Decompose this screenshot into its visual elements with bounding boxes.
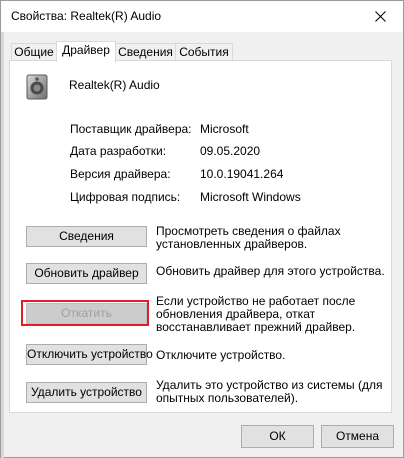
rollback-description: Если устройство не работает после обновл… (156, 294, 356, 334)
tab-details[interactable]: Сведения (115, 43, 176, 61)
device-name: Realtek(R) Audio (69, 78, 160, 92)
version-label: Версия драйвера: (70, 167, 171, 181)
title-bar[interactable]: Свойства: Realtek(R) Audio (1, 1, 403, 32)
tab-events[interactable]: События (175, 43, 233, 61)
close-icon (374, 10, 386, 22)
rollback-highlight-frame (21, 300, 149, 326)
close-button[interactable] (361, 2, 399, 30)
ok-button[interactable]: ОК (241, 425, 314, 448)
tab-driver[interactable]: Драйвер (56, 41, 116, 62)
signature-value: Microsoft Windows (200, 190, 301, 204)
date-label: Дата разработки: (70, 144, 167, 158)
disable-device-description: Отключите устройство. (156, 348, 286, 362)
date-value: 09.05.2020 (200, 144, 261, 158)
provider-label: Поставщик драйвера: (70, 122, 192, 136)
provider-value: Microsoft (200, 122, 249, 136)
driver-details-description: Просмотреть сведения о файлах установлен… (156, 224, 341, 251)
speaker-icon (26, 74, 48, 100)
uninstall-device-button[interactable]: Удалить устройство (26, 382, 147, 403)
update-driver-button[interactable]: Обновить драйвер (26, 263, 147, 284)
background-window-edge (1, 31, 4, 458)
disable-device-button[interactable]: Отключить устройство (26, 344, 153, 365)
driver-details-button[interactable]: Сведения (26, 226, 147, 247)
signature-label: Цифровая подпись: (70, 190, 181, 204)
version-value: 10.0.19041.264 (200, 167, 284, 181)
cancel-button[interactable]: Отмена (321, 425, 394, 448)
properties-dialog: Свойства: Realtek(R) Audio Общие Драйвер… (0, 0, 404, 458)
update-driver-description: Обновить драйвер для этого устройства. (156, 264, 385, 278)
tab-general[interactable]: Общие (11, 43, 57, 61)
window-title: Свойства: Realtek(R) Audio (11, 9, 162, 23)
uninstall-device-description: Удалить это устройство из системы (для о… (156, 378, 383, 405)
